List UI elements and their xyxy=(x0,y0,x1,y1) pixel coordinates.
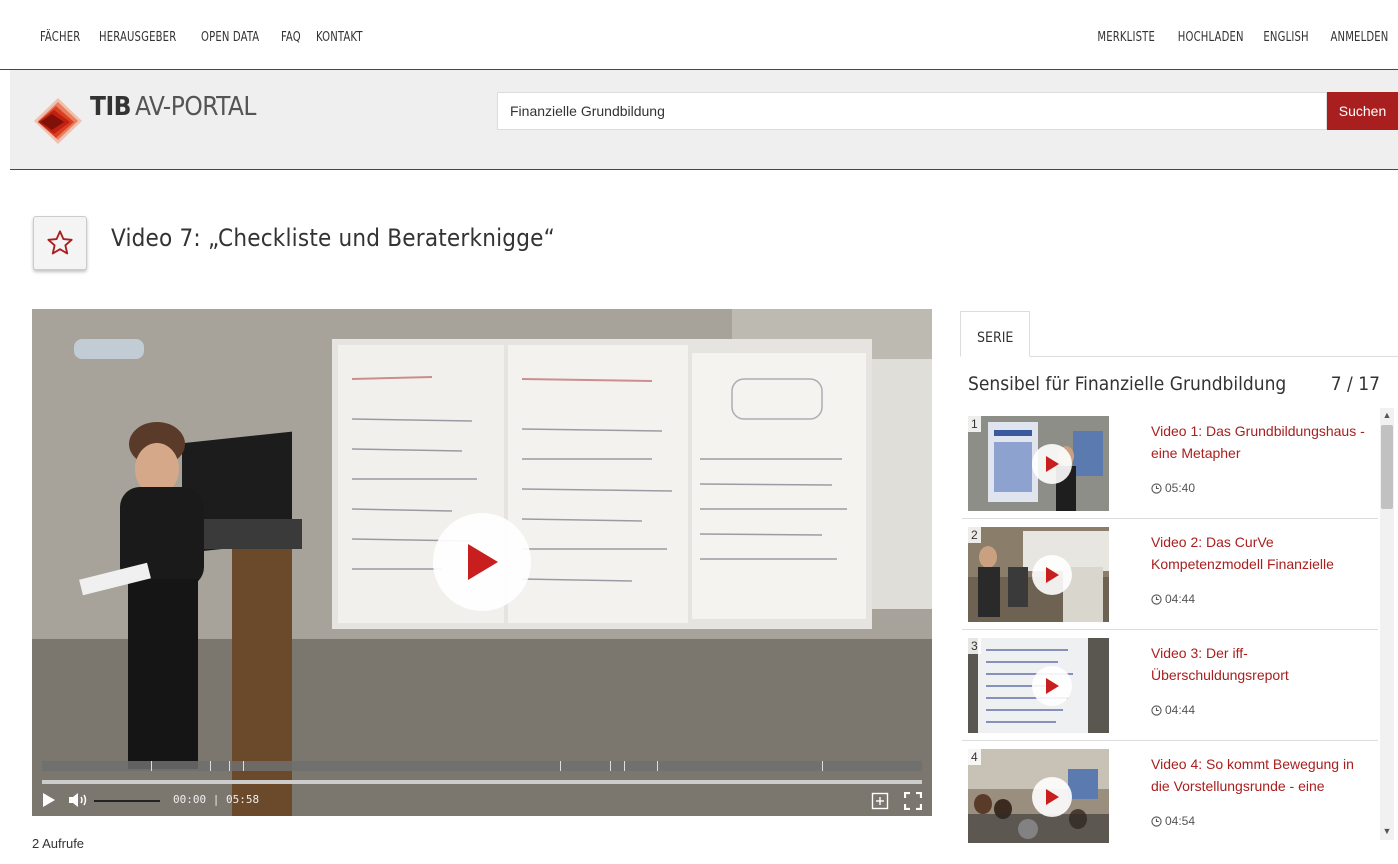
nav-anmelden-link[interactable]: ANMELDEN xyxy=(1330,30,1388,45)
chapter-marker[interactable] xyxy=(657,761,658,771)
series-item-duration: 04:44 xyxy=(1151,703,1195,717)
search-button[interactable]: Suchen xyxy=(1327,92,1398,130)
series-list: 1 Video 1: Das Grundbildungshaus - eine … xyxy=(962,408,1378,843)
series-item-duration: 04:44 xyxy=(1151,592,1195,606)
play-icon xyxy=(1046,567,1059,583)
nav-merkliste-link[interactable]: MERKLISTE xyxy=(1097,30,1155,45)
thumbnail-play-button[interactable] xyxy=(1032,666,1072,706)
chapter-bar[interactable] xyxy=(42,761,922,771)
chapter-marker[interactable] xyxy=(229,761,230,771)
series-item[interactable]: 1 Video 1: Das Grundbildungshaus - eine … xyxy=(962,408,1378,519)
play-icon xyxy=(1046,456,1059,472)
video-player[interactable]: 00:00 | 05:58 xyxy=(32,309,932,816)
chapter-marker[interactable] xyxy=(624,761,625,771)
nav-faecher-link[interactable]: FÄCHER xyxy=(40,30,80,45)
scroll-down-icon[interactable]: ▼ xyxy=(1380,824,1394,838)
view-count: 2 Aufrufe xyxy=(32,836,85,851)
thumbnail-number: 4 xyxy=(968,749,981,765)
thumbnail-play-button[interactable] xyxy=(1032,444,1072,484)
video-thumbnail[interactable]: 4 xyxy=(968,749,1109,843)
series-item-title[interactable]: Video 3: Der iff-Überschuldungsreport xyxy=(1151,642,1371,686)
chapter-marker[interactable] xyxy=(610,761,611,771)
duration-text: 04:54 xyxy=(1165,814,1196,828)
page-title: Video 7: „Checkliste und Beraterknigge“ xyxy=(111,224,555,252)
play-small-icon[interactable] xyxy=(42,792,56,808)
video-thumbnail[interactable]: 2 xyxy=(968,527,1109,622)
series-item-duration: 05:40 xyxy=(1151,481,1195,495)
site-header: TIBAV-PORTAL Suchen xyxy=(10,70,1398,170)
play-icon xyxy=(468,544,498,580)
tab-serie[interactable]: SERIE xyxy=(960,311,1030,357)
thumbnail-number: 1 xyxy=(968,416,981,432)
chapter-marker[interactable] xyxy=(151,761,152,771)
video-thumbnail[interactable]: 1 xyxy=(968,416,1109,511)
series-item[interactable]: 2 Video 2: Das CurVe Kompetenzmodell Fin… xyxy=(962,519,1378,630)
play-button[interactable] xyxy=(433,513,531,611)
thumbnail-play-button[interactable] xyxy=(1032,555,1072,595)
clock-icon xyxy=(1151,593,1162,605)
search-input[interactable] xyxy=(497,92,1327,130)
clock-icon xyxy=(1151,482,1162,494)
nav-left: FÄCHER HERAUSGEBER OPEN DATA FAQ KONTAKT xyxy=(40,30,370,45)
nav-herausgeber-link[interactable]: HERAUSGEBER xyxy=(99,30,176,45)
nav-english-link[interactable]: ENGLISH xyxy=(1263,30,1308,45)
logo-mark-icon[interactable] xyxy=(32,96,84,146)
duration-text: 04:44 xyxy=(1165,703,1196,717)
logo-light: AV-PORTAL xyxy=(134,92,256,122)
play-icon xyxy=(1046,789,1059,805)
chapter-marker[interactable] xyxy=(210,761,211,771)
chapter-marker[interactable] xyxy=(243,761,244,771)
star-icon xyxy=(47,230,73,255)
nav-right: MERKLISTE HOCHLADEN ENGLISH ANMELDEN xyxy=(1088,30,1388,45)
clock-icon xyxy=(1151,815,1162,827)
series-title: Sensibel für Finanzielle Grundbildung xyxy=(968,373,1287,395)
nav-kontakt-link[interactable]: KONTAKT xyxy=(316,30,363,45)
series-item-duration: 04:54 xyxy=(1151,814,1195,828)
nav-hochladen-link[interactable]: HOCHLADEN xyxy=(1178,30,1244,45)
series-item-title[interactable]: Video 1: Das Grundbildungshaus - eine Me… xyxy=(1151,420,1371,464)
volume-icon[interactable] xyxy=(68,792,90,808)
scroll-up-icon[interactable]: ▲ xyxy=(1380,408,1394,422)
time-display: 00:00 | 05:58 xyxy=(173,793,260,806)
add-clip-icon[interactable] xyxy=(871,792,889,810)
chapter-marker[interactable] xyxy=(560,761,561,771)
clock-icon xyxy=(1151,704,1162,716)
duration-text: 04:44 xyxy=(1165,592,1196,606)
thumbnail-number: 3 xyxy=(968,638,981,654)
series-count: 7 / 17 xyxy=(1330,373,1380,395)
add-to-favorites-button[interactable] xyxy=(33,216,87,270)
series-item[interactable]: 3 Video 3: Der iff-Überschuldungsreport … xyxy=(962,630,1378,741)
fullscreen-icon[interactable] xyxy=(904,792,922,810)
chapter-marker[interactable] xyxy=(822,761,823,771)
series-item-title[interactable]: Video 4: So kommt Bewegung in die Vorste… xyxy=(1151,753,1371,797)
progress-bar[interactable] xyxy=(42,780,922,784)
thumbnail-play-button[interactable] xyxy=(1032,777,1072,817)
player-controls: 00:00 | 05:58 xyxy=(32,789,932,813)
duration-text: 05:40 xyxy=(1165,481,1196,495)
nav-faq-link[interactable]: FAQ xyxy=(281,30,301,45)
play-icon xyxy=(1046,678,1059,694)
scrollbar-thumb[interactable] xyxy=(1381,425,1393,509)
logo-bold: TIB xyxy=(90,92,131,122)
series-item-title[interactable]: Video 2: Das CurVe Kompetenzmodell Finan… xyxy=(1151,531,1371,575)
volume-slider[interactable] xyxy=(94,800,160,802)
logo-text[interactable]: TIB AV-PORTAL xyxy=(90,92,256,122)
series-item[interactable]: 4 Video 4: So kommt Bewegung in die Vors… xyxy=(962,741,1378,843)
top-navigation: FÄCHER HERAUSGEBER OPEN DATA FAQ KONTAKT… xyxy=(0,0,1398,70)
video-thumbnail[interactable]: 3 xyxy=(968,638,1109,733)
nav-open-data-link[interactable]: OPEN DATA xyxy=(201,30,259,45)
thumbnail-number: 2 xyxy=(968,527,981,543)
